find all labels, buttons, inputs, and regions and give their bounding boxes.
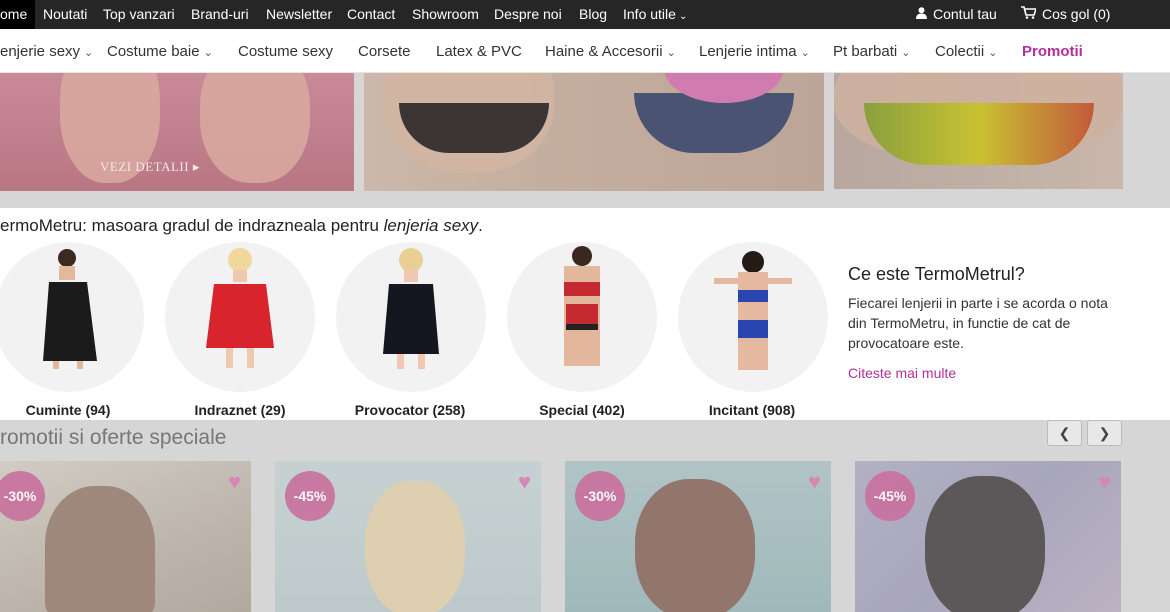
chevron-down-icon: ⌄ <box>901 47 911 59</box>
category-label-provocator[interactable]: Provocator (258) <box>330 402 490 418</box>
cart-link[interactable]: Cos gol (0) <box>1021 0 1110 29</box>
info-utile-label: Info utile <box>623 6 676 22</box>
product-card[interactable]: -30% ♥ <box>565 461 831 612</box>
termometru-title: ermoMetru: masoara gradul de indrazneala… <box>0 216 483 236</box>
heart-icon[interactable]: ♥ <box>228 469 241 495</box>
cart-label: Cos gol (0) <box>1042 6 1111 22</box>
topbar-link-despre-noi[interactable]: Despre noi <box>494 0 562 29</box>
topbar-link-info-utile[interactable]: Info utile ⌄ <box>623 0 687 29</box>
carousel-prev-button[interactable]: ❮ <box>1047 420 1082 446</box>
category-circle-cuminte[interactable] <box>0 242 144 392</box>
nav-label: Costume baie <box>107 43 200 60</box>
chevron-down-icon: ⌄ <box>800 47 810 59</box>
chevron-down-icon: ⌄ <box>988 47 998 59</box>
nav-item-costume-sexy[interactable]: Costume sexy <box>238 29 333 73</box>
nav-item-lenjerie-intima[interactable]: Lenjerie intima ⌄ <box>699 29 810 73</box>
topbar-link-top-vanzari[interactable]: Top vanzari <box>103 0 175 29</box>
termometru-title-text: ermoMetru: masoara gradul de indrazneala… <box>0 216 384 235</box>
topbar-link-blog[interactable]: Blog <box>579 0 607 29</box>
cart-icon <box>1021 0 1038 29</box>
chevron-down-icon: ⌄ <box>678 11 688 22</box>
termometru-title-suffix: . <box>478 216 483 235</box>
discount-badge: -30% <box>575 471 625 521</box>
nav-label: Haine & Accesorii <box>545 43 663 60</box>
termometru-section: ermoMetru: masoara gradul de indrazneala… <box>0 208 1170 420</box>
termometru-info-text: Fiecarei lenjerii in parte i se acorda o… <box>848 295 1108 351</box>
topbar-link-home[interactable]: ome <box>0 0 36 29</box>
nav-label: Lenjerie intima <box>699 43 797 60</box>
nav-item-haine-accesorii[interactable]: Haine & Accesorii ⌄ <box>545 29 676 73</box>
user-icon <box>916 0 927 29</box>
category-circle-indraznet[interactable] <box>165 242 315 392</box>
model-image <box>383 248 439 369</box>
chevron-down-icon: ⌄ <box>203 47 213 59</box>
chevron-down-icon: ⌄ <box>84 47 94 59</box>
chevron-down-icon: ⌄ <box>666 47 676 59</box>
read-more-link[interactable]: Citeste mai multe <box>848 365 956 381</box>
banner-photo-bikini <box>864 103 1094 165</box>
topbar-link-noutati[interactable]: Noutati <box>43 0 87 29</box>
banner-swimwear-right[interactable] <box>834 73 1123 189</box>
category-circle-incitant[interactable] <box>678 242 828 392</box>
category-circle-provocator[interactable] <box>336 242 486 392</box>
heart-icon[interactable]: ♥ <box>1098 469 1111 495</box>
category-label-cuminte[interactable]: Cuminte (94) <box>0 402 148 418</box>
banner-photo-legs <box>200 73 310 183</box>
category-label-incitant[interactable]: Incitant (908) <box>672 402 832 418</box>
category-label-indraznet[interactable]: Indraznet (29) <box>160 402 320 418</box>
product-card[interactable]: -45% ♥ <box>275 461 541 612</box>
nav-item-costume-baie[interactable]: Costume baie ⌄ <box>107 29 213 73</box>
nav-item-promotii[interactable]: Promotii <box>1022 29 1083 73</box>
chevron-left-icon: ❮ <box>1058 425 1071 441</box>
topbar-link-showroom[interactable]: Showroom <box>412 0 479 29</box>
nav-label: Colectii <box>935 43 985 60</box>
model-image <box>564 246 600 366</box>
main-nav: enjerie sexy ⌄ Costume baie ⌄ Costume sexy… <box>0 29 1170 73</box>
discount-badge: -45% <box>865 471 915 521</box>
termometru-title-em: lenjeria sexy <box>383 216 479 235</box>
category-label-special[interactable]: Special (402) <box>502 402 662 418</box>
carousel-next-button[interactable]: ❯ <box>1087 420 1122 446</box>
banner-cta[interactable]: VEZI DETALII ▸ <box>100 159 200 175</box>
heart-icon[interactable]: ♥ <box>518 469 531 495</box>
top-bar: ome Noutati Top vanzari Brand-uri Newsle… <box>0 0 1170 29</box>
topbar-link-newsletter[interactable]: Newsletter <box>266 0 332 29</box>
banner-lingerie-left[interactable]: VEZI DETALII ▸ <box>0 73 354 191</box>
nav-item-colectii[interactable]: Colectii ⌄ <box>935 29 997 73</box>
termometru-info-heading: Ce este TermoMetrul? <box>848 264 1025 284</box>
discount-badge: -45% <box>285 471 335 521</box>
heart-icon[interactable]: ♥ <box>808 469 821 495</box>
topbar-link-brands[interactable]: Brand-uri <box>191 0 249 29</box>
promotions-title: romotii si oferte speciale <box>0 426 227 449</box>
nav-item-pt-barbati[interactable]: Pt barbati ⌄ <box>833 29 910 73</box>
product-card[interactable]: -45% ♥ <box>855 461 1121 612</box>
nav-label: enjerie sexy <box>0 43 81 60</box>
nav-item-lenjerie-sexy[interactable]: enjerie sexy ⌄ <box>0 29 93 73</box>
nav-label: Pt barbati <box>833 43 898 60</box>
account-label: Contul tau <box>933 6 997 22</box>
banner-swimwear-center[interactable] <box>364 73 824 191</box>
nav-item-latex-pvc[interactable]: Latex & PVC <box>436 29 522 73</box>
nav-item-corsete[interactable]: Corsete <box>358 29 411 73</box>
category-circle-special[interactable] <box>507 242 657 392</box>
model-image <box>714 251 792 370</box>
banner-cta-label: VEZI DETALII <box>100 159 190 174</box>
account-link[interactable]: Contul tau <box>916 0 997 29</box>
model-image <box>43 249 97 369</box>
product-card[interactable]: -30% ♥ <box>0 461 251 612</box>
chevron-right-icon: ❯ <box>1098 425 1111 441</box>
model-image <box>206 248 274 368</box>
topbar-link-contact[interactable]: Contact <box>347 0 395 29</box>
